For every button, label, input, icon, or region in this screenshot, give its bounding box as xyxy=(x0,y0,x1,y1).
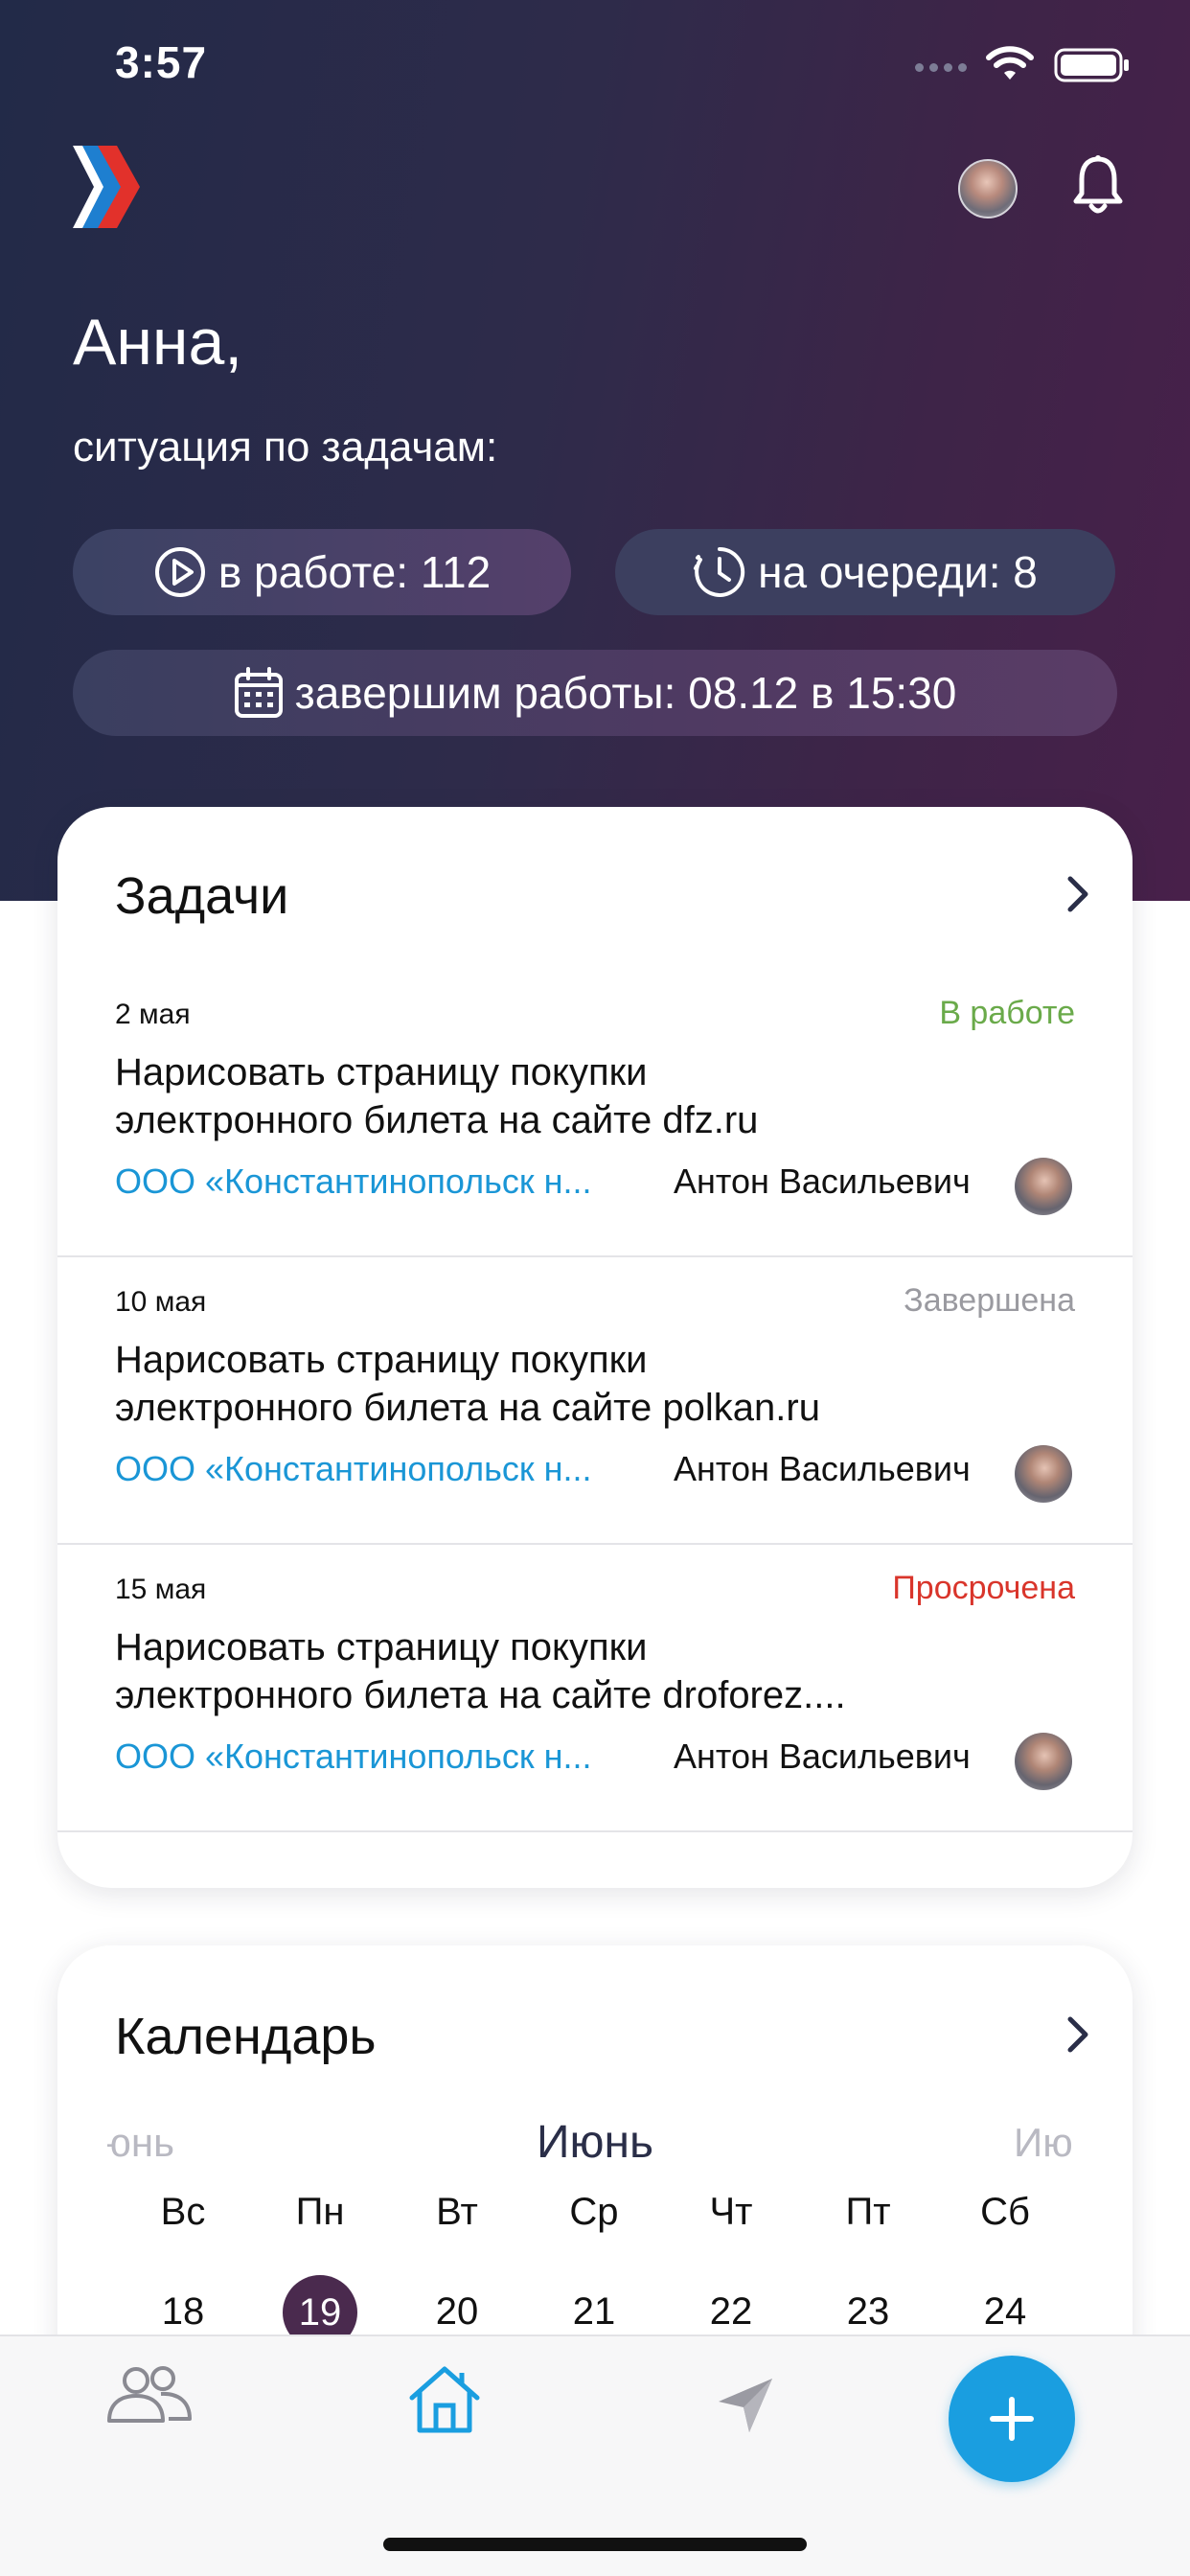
play-circle-icon xyxy=(154,547,205,597)
send-icon[interactable] xyxy=(715,2375,776,2436)
task-status: Завершена xyxy=(904,1282,1075,1319)
calendar-day[interactable]: 20 xyxy=(400,2290,515,2334)
month-next[interactable]: Ию xyxy=(1014,2120,1083,2166)
task-status: В работе xyxy=(939,995,1075,1031)
calendar-day[interactable]: 21 xyxy=(537,2290,652,2334)
in-work-pill[interactable]: в работе: 112 xyxy=(73,529,571,615)
bell-icon[interactable] xyxy=(1071,153,1125,218)
greeting: Анна, xyxy=(73,306,243,379)
calendar-day[interactable]: 24 xyxy=(948,2290,1063,2334)
calendar-title: Календарь xyxy=(115,2008,377,2065)
month-current: Июнь xyxy=(536,2117,653,2168)
calendar-day[interactable]: 22 xyxy=(674,2290,789,2334)
status-time: 3:57 xyxy=(115,37,208,87)
task-org-link[interactable]: ООО «Константинопольск н... xyxy=(115,1736,632,1777)
home-icon[interactable] xyxy=(406,2363,483,2436)
finish-pill[interactable]: завершим работы: 08.12 в 15:30 xyxy=(73,650,1117,736)
task-date: 10 мая xyxy=(115,1286,207,1318)
signal-icon xyxy=(915,63,967,72)
status-bar: 3:57 xyxy=(0,0,1190,125)
month-switcher: юнь Июнь Ию xyxy=(57,2114,1133,2181)
task-org-link[interactable]: ООО «Константинопольск н... xyxy=(115,1449,632,1489)
task-date: 15 мая xyxy=(115,1574,207,1605)
tasks-title: Задачи xyxy=(115,867,289,925)
in-work-label: в работе: 112 xyxy=(217,547,492,597)
weekday-label: Вс xyxy=(160,2191,206,2233)
calendar-day[interactable]: 18 xyxy=(126,2290,240,2334)
wifi-icon xyxy=(986,46,1034,80)
weekday-label: Ср xyxy=(569,2191,619,2233)
weekday-label: Вт xyxy=(436,2191,478,2233)
app-logo-icon xyxy=(73,146,140,228)
queued-label: на очереди: 8 xyxy=(758,547,1038,597)
clock-icon xyxy=(694,546,745,597)
task-assignee: Антон Васильевич xyxy=(674,1449,971,1488)
weekday-label: Сб xyxy=(980,2191,1030,2233)
task-assignee: Антон Васильевич xyxy=(674,1736,971,1776)
task-org-link[interactable]: ООО «Константинопольск н... xyxy=(115,1162,632,1202)
plus-icon xyxy=(990,2397,1034,2441)
add-button[interactable] xyxy=(949,2356,1075,2482)
finish-label: завершим работы: 08.12 в 15:30 xyxy=(294,668,957,718)
home-indicator xyxy=(383,2538,807,2551)
user-avatar[interactable] xyxy=(958,159,1018,218)
assignee-avatar xyxy=(1015,1158,1072,1215)
calendar-day[interactable]: 23 xyxy=(811,2290,926,2334)
task-status: Просрочена xyxy=(892,1570,1075,1606)
chevron-right-icon[interactable] xyxy=(1064,2014,1092,2055)
weekday-label: Чт xyxy=(709,2191,753,2233)
task-item[interactable]: 10 мая Завершена Нарисовать страницу пок… xyxy=(57,1257,1133,1545)
calendar-icon xyxy=(234,667,283,718)
task-title: Нарисовать страницу покупки электронного… xyxy=(115,1626,846,1716)
people-icon[interactable] xyxy=(105,2365,194,2426)
tasks-card: Задачи 2 мая В работе Нарисовать страниц… xyxy=(57,807,1133,1888)
task-assignee: Антон Васильевич xyxy=(674,1162,971,1201)
weekday-label: Пн xyxy=(295,2191,345,2233)
chevron-right-icon[interactable] xyxy=(1064,874,1092,914)
task-title: Нарисовать страницу покупки электронного… xyxy=(115,1051,759,1141)
battery-icon xyxy=(1054,48,1129,82)
subtitle: ситуация по задачам: xyxy=(73,424,498,471)
queued-pill[interactable]: на очереди: 8 xyxy=(615,529,1115,615)
task-title: Нарисовать страницу покупки электронного… xyxy=(115,1339,820,1429)
assignee-avatar xyxy=(1015,1445,1072,1503)
weekday-label: Пт xyxy=(845,2191,891,2233)
assignee-avatar xyxy=(1015,1733,1072,1790)
task-item[interactable]: 2 мая В работе Нарисовать страницу покуп… xyxy=(57,970,1133,1257)
task-item[interactable]: 15 мая Просрочена Нарисовать страницу по… xyxy=(57,1545,1133,1832)
task-date: 2 мая xyxy=(115,999,191,1030)
